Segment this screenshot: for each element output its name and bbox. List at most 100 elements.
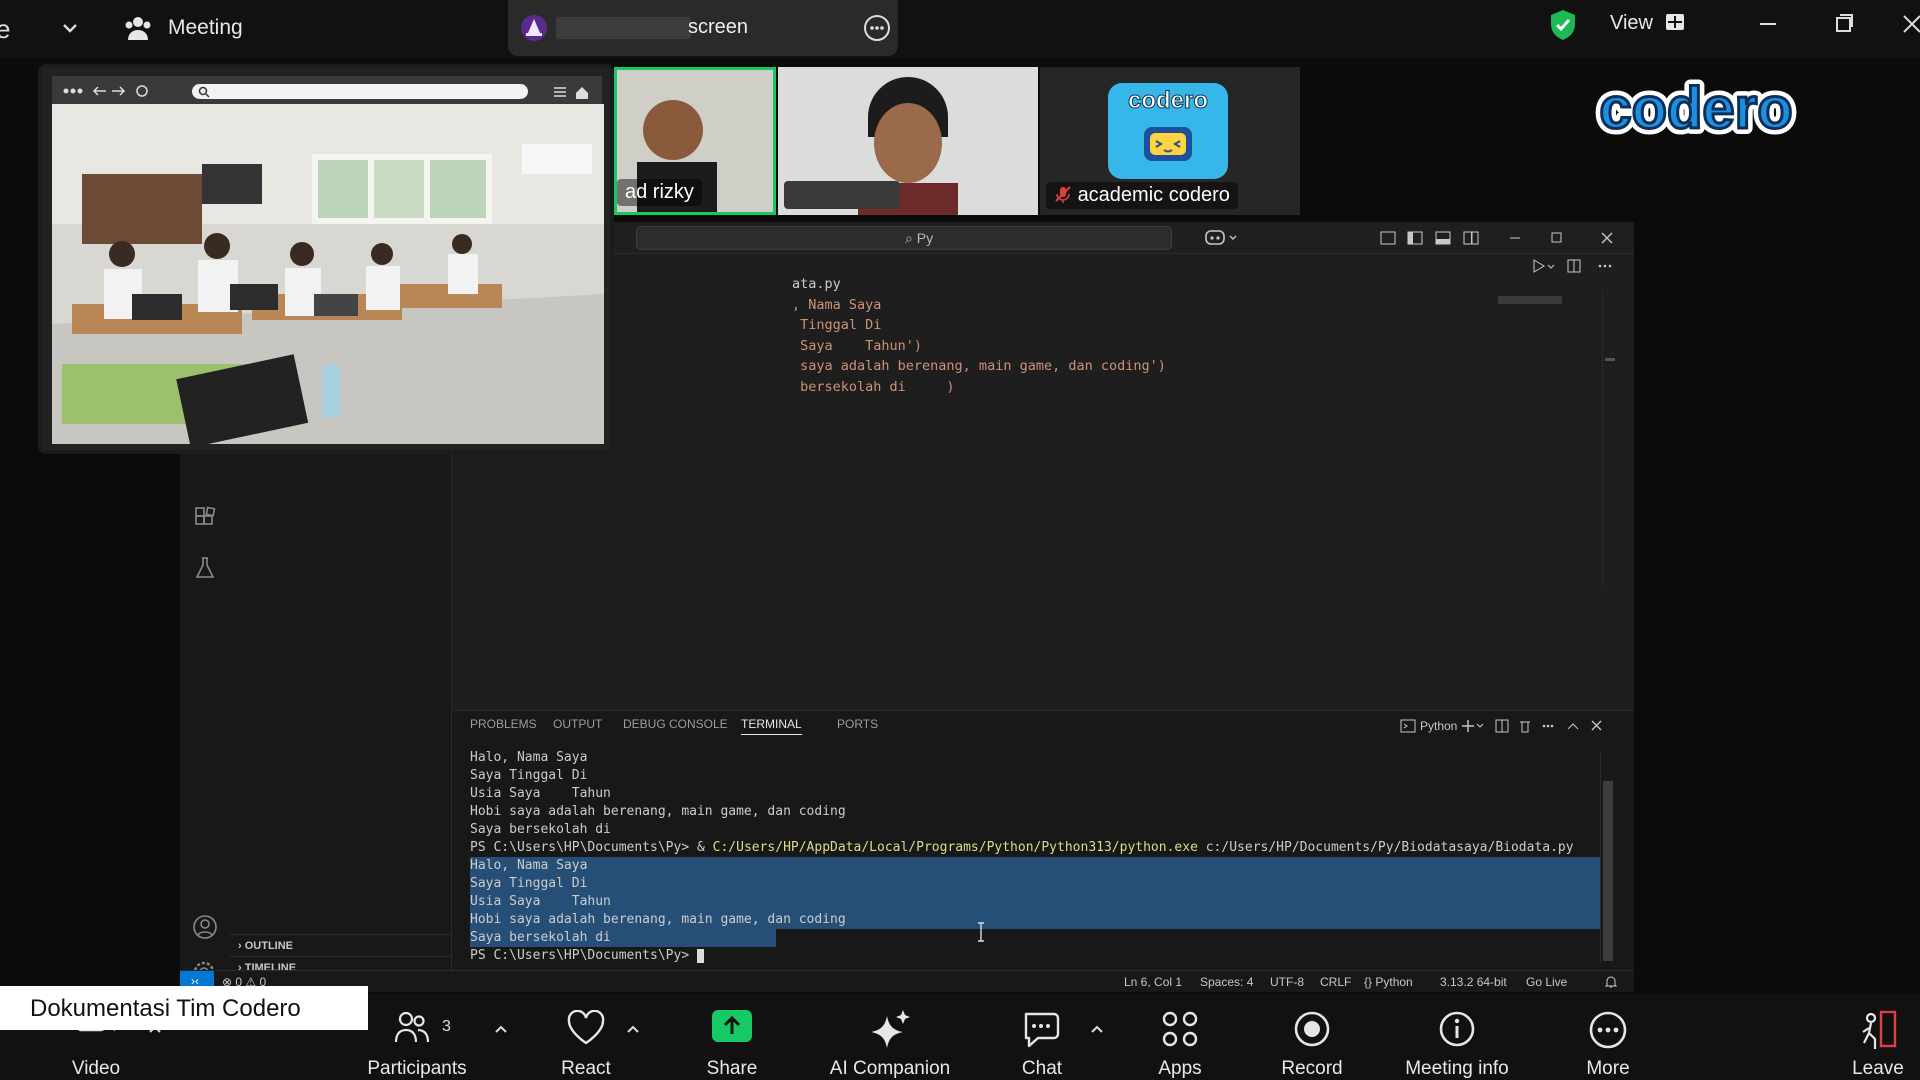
language-mode[interactable]: {} Python [1364, 975, 1413, 989]
indentation[interactable]: Spaces: 4 [1200, 975, 1253, 989]
python-version[interactable]: 3.13.2 64-bit [1440, 975, 1507, 989]
close-icon[interactable] [1892, 6, 1920, 42]
terminal-line: Saya Tinggal Di [470, 768, 588, 783]
bottom-panel: PROBLEMS OUTPUT DEBUG CONSOLE TERMINAL P… [452, 710, 1634, 970]
account-icon[interactable] [192, 914, 218, 940]
share-screen-label: screen [688, 16, 749, 38]
notification-bell-icon[interactable] [1604, 975, 1618, 989]
layout-controls-icons[interactable] [1380, 230, 1492, 246]
participants-button[interactable]: 3 Participants [352, 994, 482, 1080]
terminal-line: Saya bersekolah di [470, 822, 611, 837]
go-live-button[interactable]: Go Live [1526, 975, 1567, 989]
info-icon [1439, 1011, 1475, 1047]
terminal-profile[interactable]: Python [1420, 719, 1457, 733]
leave-button[interactable]: Leave [1838, 994, 1918, 1080]
codero-avatar: codero [1108, 83, 1228, 179]
terminal-icon [1400, 719, 1416, 733]
address-bar [192, 84, 528, 99]
heart-icon [567, 1010, 605, 1045]
terminal-line: Usia Saya Tahun [470, 894, 611, 909]
view-button[interactable]: View [1610, 12, 1653, 35]
chat-bubble-icon [1024, 1012, 1060, 1048]
meeting-info-button[interactable]: Meeting info [1392, 994, 1522, 1080]
tab-ports[interactable]: PORTS [837, 717, 878, 731]
robot-icon [1144, 127, 1192, 161]
grid-view-icon[interactable] [1665, 12, 1685, 32]
svg-text:codero: codero [1599, 76, 1792, 141]
meeting-icon [125, 17, 151, 40]
more-dots-icon [1589, 1011, 1627, 1049]
tab-debug-console[interactable]: DEBUG CONSOLE [623, 717, 728, 731]
more-button[interactable]: More [1568, 994, 1648, 1080]
window-controls-icons[interactable] [1506, 230, 1626, 246]
share-screen-button[interactable]: Share [692, 994, 772, 1080]
terminal-command-line: PS C:\Users\HP\Documents\Py> & C:/Users/… [470, 840, 1574, 855]
apps-grid-icon [1162, 1011, 1198, 1047]
terminal-line: Saya Tinggal Di [470, 876, 588, 891]
command-center-search[interactable]: ⌕ Py [636, 226, 1172, 250]
code-line: , Nama Saya [792, 296, 882, 313]
apps-button[interactable]: Apps [1140, 994, 1220, 1080]
participant-tile[interactable]: ad rizky [614, 67, 776, 215]
participant-name: ad rizky [617, 179, 702, 206]
react-chevron-icon[interactable] [626, 1024, 640, 1034]
code-editor[interactable]: ata.py , Nama Saya Tinggal Di Saya Tahun'… [452, 254, 1634, 674]
terminal-line: Saya bersekolah di [470, 930, 611, 945]
terminal-line: Halo, Nama Saya [470, 750, 588, 765]
chevron-down-icon[interactable] [58, 16, 82, 40]
copilot-icon[interactable] [1204, 228, 1240, 248]
code-line: ata.py [792, 276, 841, 292]
code-line: saya adalah berenang, main game, dan cod… [792, 358, 1166, 374]
sidebar-section-outline[interactable]: › OUTLINE [230, 934, 452, 956]
restore-icon[interactable] [1824, 6, 1864, 42]
encoding[interactable]: UTF-8 [1270, 975, 1304, 989]
chat-button[interactable]: Chat [1002, 994, 1082, 1080]
terminal-scrollbar[interactable] [1600, 751, 1613, 963]
testing-flask-icon[interactable] [194, 556, 216, 580]
redacted-name [784, 181, 900, 209]
terminal-prompt: PS C:\Users\HP\Documents\Py> [470, 948, 704, 963]
tab-terminal[interactable]: TERMINAL [741, 717, 802, 735]
terminal-line: Halo, Nama Saya [470, 858, 588, 873]
record-button[interactable]: Record [1272, 994, 1352, 1080]
react-button[interactable]: React [546, 994, 626, 1080]
window-title-fragment: e [0, 14, 11, 44]
zoom-top-bar: e Meeting screen View [0, 0, 1920, 58]
browser-nav-icons [63, 85, 148, 97]
minimap[interactable] [1498, 296, 1562, 304]
browser-menu-icons [554, 87, 588, 99]
minimize-icon[interactable] [1748, 6, 1788, 42]
search-icon [198, 86, 210, 98]
chat-chevron-icon[interactable] [1090, 1024, 1104, 1034]
code-line: bersekolah di ) [792, 378, 955, 395]
share-arrow-icon [712, 1010, 752, 1042]
cursor-position[interactable]: Ln 6, Col 1 [1124, 975, 1182, 989]
participant-name-muted: academic codero [1046, 182, 1238, 209]
run-split-more-icons[interactable] [1532, 258, 1626, 274]
sparkle-icon [871, 1010, 910, 1048]
participant-tile[interactable]: codero academic codero [1040, 67, 1300, 215]
classroom-illustration [52, 104, 604, 444]
extensions-icon[interactable] [193, 506, 217, 530]
classroom-photo [52, 104, 604, 444]
browser-chrome [52, 76, 602, 106]
tab-problems[interactable]: PROBLEMS [470, 717, 537, 731]
more-options-icon[interactable] [862, 13, 892, 43]
line-ending[interactable]: CRLF [1320, 975, 1351, 989]
leave-door-icon [1862, 1010, 1897, 1049]
editor-scrollbar[interactable] [1602, 292, 1615, 586]
participant-tile[interactable] [778, 67, 1038, 215]
ai-companion-button[interactable]: AI Companion [820, 994, 960, 1080]
meeting-label[interactable]: Meeting [168, 16, 243, 40]
shared-video-frame [38, 64, 614, 454]
participants-icon [394, 1011, 430, 1043]
terminal-actions-icons[interactable] [1462, 717, 1632, 735]
security-shield-icon[interactable] [1548, 8, 1578, 42]
code-line: Tinggal Di [792, 317, 882, 333]
status-bar: ›‹ ⊗ 0 ⚠ 0 Ln 6, Col 1 Spaces: 4 UTF-8 C… [180, 970, 1634, 993]
screen-share-pill[interactable]: screen [508, 0, 898, 56]
participants-chevron-icon[interactable] [494, 1024, 508, 1034]
documentation-caption: Dokumentasi Tim Codero [0, 986, 368, 1030]
participants-count: 3 [442, 1018, 451, 1035]
tab-output[interactable]: OUTPUT [553, 717, 602, 731]
